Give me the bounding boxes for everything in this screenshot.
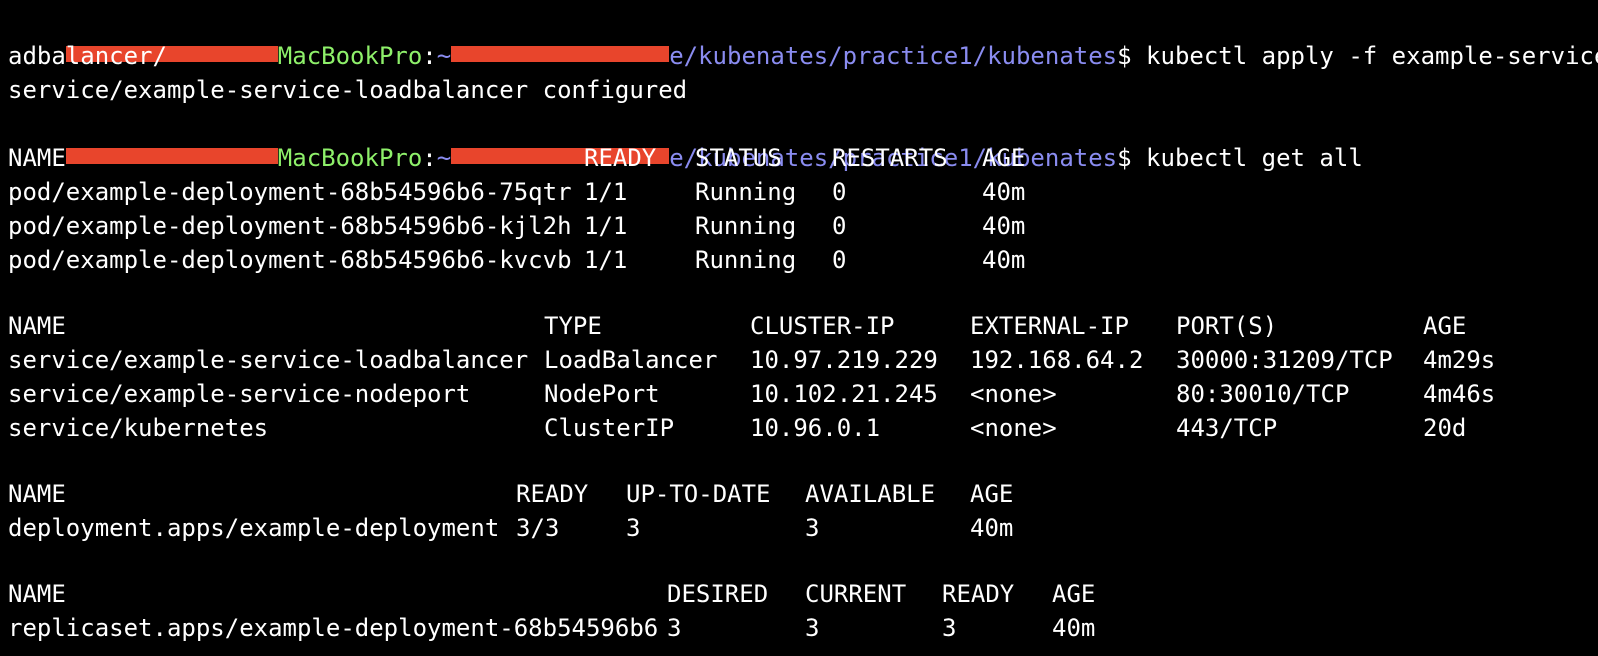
pod-name: pod/example-deployment-68b54596b6-kvcvb: [8, 246, 572, 274]
table-row: service/example-service-loadbalancer Loa…: [8, 343, 1495, 377]
service-external-ip: <none>: [970, 414, 1057, 442]
table-row: service/example-service-nodeport NodePor…: [8, 377, 1495, 411]
col-header-age: AGE: [1052, 580, 1096, 608]
prompt-host: MacBookPro: [277, 42, 423, 70]
prompt-line: MacBookPro:~ e/kubenates/practice1/kubena…: [8, 5, 1598, 70]
pod-restarts: 0: [832, 178, 847, 206]
service-ports: 30000:31209/TCP: [1176, 346, 1393, 374]
pod-status: Running: [695, 246, 797, 274]
prompt-host: MacBookPro: [277, 144, 423, 172]
replicaset-current: 3: [805, 614, 820, 642]
table-row: deployment.apps/example-deployment 3/3 3…: [8, 511, 1013, 545]
table-row: service/kubernetes ClusterIP 10.96.0.1 <…: [8, 411, 1466, 445]
col-header-type: TYPE: [544, 312, 602, 340]
pod-age: 40m: [982, 246, 1026, 274]
pod-status: Running: [695, 178, 797, 206]
table-row: replicaset.apps/example-deployment-68b54…: [8, 611, 1095, 645]
replicasets-header-row: NAME DESIRED CURRENT READY AGE: [8, 577, 1095, 611]
col-header-restarts: RESTARTS: [832, 144, 948, 172]
service-type: LoadBalancer: [544, 346, 718, 374]
service-external-ip: <none>: [970, 380, 1057, 408]
prompt-dollar: $: [1117, 42, 1132, 70]
col-header-ready: READY: [516, 480, 589, 508]
replicaset-ready: 3: [942, 614, 957, 642]
col-header-desired: DESIRED: [667, 580, 769, 608]
deployment-age: 40m: [970, 514, 1014, 542]
prompt-path: e/kubenates/practice1/kubenates: [669, 42, 1118, 70]
service-name: service/example-service-nodeport: [8, 380, 471, 408]
service-name: service/kubernetes: [8, 414, 269, 442]
pod-name: pod/example-deployment-68b54596b6-75qtr: [8, 178, 572, 206]
service-ports: 80:30010/TCP: [1176, 380, 1350, 408]
replicaset-name: replicaset.apps/example-deployment-68b54…: [8, 614, 659, 642]
service-type: NodePort: [544, 380, 660, 408]
col-header-age: AGE: [982, 144, 1026, 172]
pod-status: Running: [695, 212, 797, 240]
command-text: kubectl apply -f example-service-lo: [1146, 42, 1598, 70]
service-cluster-ip: 10.102.21.245: [750, 380, 938, 408]
pod-name: pod/example-deployment-68b54596b6-kjl2h: [8, 212, 572, 240]
col-header-external-ip: EXTERNAL-IP: [970, 312, 1129, 340]
service-age: 20d: [1423, 414, 1467, 442]
col-header-ready: READY: [942, 580, 1015, 608]
pod-age: 40m: [982, 212, 1026, 240]
redacted-user: [65, 148, 278, 164]
col-header-up-to-date: UP-TO-DATE: [626, 480, 771, 508]
prompt-colon: :: [422, 144, 437, 172]
command-text: kubectl get all: [1131, 144, 1363, 172]
deployment-name: deployment.apps/example-deployment: [8, 514, 500, 542]
pod-restarts: 0: [832, 246, 847, 274]
redacted-path: [451, 46, 670, 62]
col-header-status: STATUS: [695, 144, 782, 172]
terminal-window[interactable]: MacBookPro:~ e/kubenates/practice1/kubena…: [0, 0, 1598, 656]
pod-age: 40m: [982, 178, 1026, 206]
service-external-ip: 192.168.64.2: [970, 346, 1144, 374]
pod-restarts: 0: [832, 212, 847, 240]
col-header-name: NAME: [8, 144, 66, 172]
command-wrap-line: adbalancer/: [8, 42, 167, 70]
replicaset-age: 40m: [1052, 614, 1096, 642]
service-cluster-ip: 10.97.219.229: [750, 346, 938, 374]
prompt-line: MacBookPro:~ e/kubenates/practice1/kubena…: [8, 107, 1363, 172]
prompt-colon: :: [422, 42, 437, 70]
services-header-row: NAME TYPE CLUSTER-IP EXTERNAL-IP PORT(S)…: [8, 309, 1466, 343]
col-header-cluster-ip: CLUSTER-IP: [750, 312, 895, 340]
service-ports: 443/TCP: [1176, 414, 1278, 442]
table-row: pod/example-deployment-68b54596b6-75qtr …: [8, 175, 1025, 209]
pod-ready: 1/1: [584, 212, 628, 240]
command-output-line: service/example-service-loadbalancer con…: [8, 76, 688, 104]
pods-header-row: NAME READY STATUS RESTARTS AGE: [8, 141, 1025, 175]
col-header-ready: READY: [584, 144, 657, 172]
service-age: 4m29s: [1423, 346, 1496, 374]
col-header-name: NAME: [8, 312, 66, 340]
prompt-path-tilde: ~: [436, 42, 452, 70]
service-cluster-ip: 10.96.0.1: [750, 414, 881, 442]
service-age: 4m46s: [1423, 380, 1496, 408]
deployment-available: 3: [805, 514, 820, 542]
deployment-ready: 3/3: [516, 514, 560, 542]
table-row: pod/example-deployment-68b54596b6-kjl2h …: [8, 209, 1025, 243]
replicaset-desired: 3: [667, 614, 682, 642]
prompt-dollar: $: [1117, 144, 1132, 172]
col-header-name: NAME: [8, 580, 66, 608]
pod-ready: 1/1: [584, 246, 628, 274]
service-type: ClusterIP: [544, 414, 675, 442]
deployments-header-row: NAME READY UP-TO-DATE AVAILABLE AGE: [8, 477, 1013, 511]
pod-ready: 1/1: [584, 178, 628, 206]
col-header-age: AGE: [1423, 312, 1467, 340]
prompt-path-tilde: ~: [436, 144, 452, 172]
col-header-current: CURRENT: [805, 580, 907, 608]
table-row: pod/example-deployment-68b54596b6-kvcvb …: [8, 243, 1025, 277]
col-header-ports: PORT(S): [1176, 312, 1278, 340]
col-header-name: NAME: [8, 480, 66, 508]
col-header-available: AVAILABLE: [805, 480, 936, 508]
service-name: service/example-service-loadbalancer: [8, 346, 529, 374]
deployment-up-to-date: 3: [626, 514, 641, 542]
col-header-age: AGE: [970, 480, 1014, 508]
